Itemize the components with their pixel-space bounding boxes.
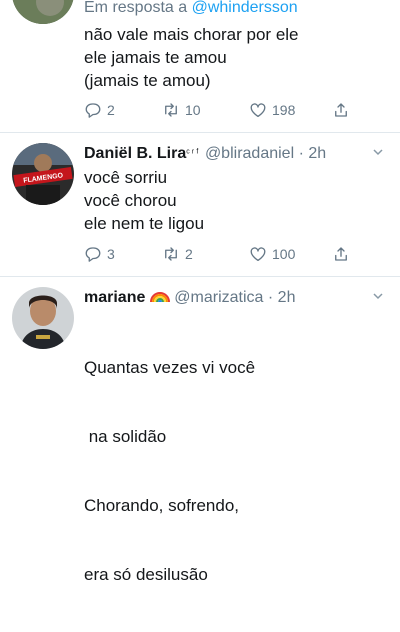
reply-icon: [85, 103, 101, 118]
avatar[interactable]: [12, 287, 74, 349]
reply-prefix: Em resposta a: [84, 0, 192, 16]
tweet-line: ele nem te ligou: [84, 214, 205, 233]
tweet-line: você chorou: [84, 191, 177, 210]
display-name[interactable]: Daniël B. Lira: [84, 145, 186, 162]
tweet-line: Chorando, sofrendo,: [84, 496, 239, 515]
tweet-header: Daniël B. Liraᶜʳᶠ @bliradaniel · 2h: [84, 144, 390, 164]
retweet-button[interactable]: 10: [162, 99, 201, 121]
tweet-line: era só desilusão: [84, 565, 208, 584]
tweet-line: (jamais te amou): [84, 71, 211, 90]
share-button[interactable]: [332, 243, 350, 265]
name-badge: ᶜʳᶠ: [186, 148, 201, 159]
tweet-line: não vale mais chorar por ele: [84, 25, 299, 44]
like-icon: [250, 103, 266, 118]
tweet-text: você sorriu você chorou ele nem te ligou: [84, 166, 390, 235]
tweet-actions: 2 10 198: [84, 99, 354, 121]
like-button[interactable]: 100: [249, 243, 295, 265]
reply-mention-link[interactable]: @whindersson: [192, 0, 298, 16]
retweet-icon: [165, 247, 177, 261]
share-icon: [335, 103, 347, 117]
timestamp[interactable]: · 2h: [268, 289, 296, 306]
reply-count: 2: [107, 102, 115, 118]
share-button[interactable]: [332, 99, 350, 121]
share-icon: [335, 247, 347, 261]
like-icon: [250, 247, 266, 262]
reply-button[interactable]: 3: [84, 243, 115, 265]
tweet-line: você sorriu: [84, 168, 168, 187]
retweet-count: 10: [185, 102, 201, 118]
tweet-line: na solidão: [84, 427, 167, 446]
username-handle[interactable]: @marizatica: [174, 289, 263, 306]
tweet-3[interactable]: mariane @marizatica · 2h Quantas vezes v…: [0, 277, 400, 584]
rainbow-emoji: [149, 292, 170, 303]
avatar[interactable]: FLAMENGO: [12, 143, 74, 205]
reply-count: 3: [107, 246, 115, 262]
retweet-icon: [165, 103, 177, 117]
tweet-actions: 3 2 100: [84, 243, 354, 265]
reply-icon: [85, 247, 101, 262]
username-handle[interactable]: @bliradaniel: [205, 145, 294, 162]
tweet-line: ele jamais te amou: [84, 48, 227, 67]
tweet-line: Quantas vezes vi você: [84, 358, 256, 377]
retweet-count: 2: [185, 246, 193, 262]
chevron-down-icon[interactable]: [372, 290, 384, 302]
reply-button[interactable]: 2: [84, 99, 115, 121]
chevron-down-icon[interactable]: [372, 146, 384, 158]
retweet-button[interactable]: 2: [162, 243, 193, 265]
tweet-text: não vale mais chorar por ele ele jamais …: [84, 23, 390, 92]
avatar[interactable]: [12, 0, 74, 24]
tweet-text: Quantas vezes vi você na solidão Chorand…: [84, 310, 390, 632]
like-button[interactable]: 198: [249, 99, 295, 121]
tweet-2[interactable]: FLAMENGO Daniël B. Liraᶜʳᶠ @bliradaniel …: [0, 133, 400, 276]
like-count: 100: [272, 246, 296, 262]
like-count: 198: [272, 102, 296, 118]
tweet-1[interactable]: Em resposta a @whindersson não vale mais…: [0, 0, 400, 132]
tweet-header: mariane @marizatica · 2h: [84, 288, 390, 308]
reply-context: Em resposta a @whindersson: [84, 0, 390, 18]
display-name[interactable]: mariane: [84, 289, 145, 306]
timestamp[interactable]: · 2h: [299, 145, 327, 162]
